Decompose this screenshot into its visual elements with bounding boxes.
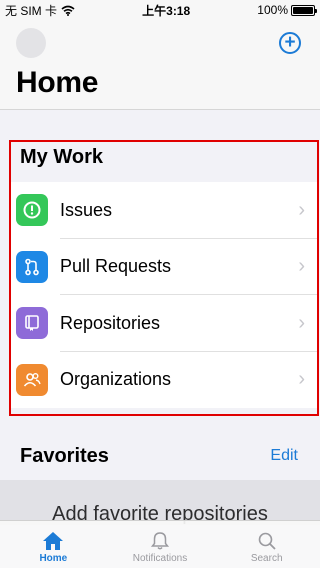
bell-icon — [150, 532, 170, 550]
battery-level — [293, 6, 313, 14]
wifi-icon — [61, 5, 75, 16]
add-button[interactable]: + — [279, 32, 301, 54]
search-icon — [258, 532, 276, 550]
plus-circle-icon: + — [284, 32, 296, 53]
tab-label: Search — [250, 553, 283, 564]
battery-percent: 100% — [257, 3, 288, 17]
highlight-box — [9, 140, 319, 416]
page-title: Home — [16, 66, 99, 99]
tab-home[interactable]: Home — [0, 521, 107, 568]
tab-label: Notifications — [132, 553, 188, 564]
tab-notifications[interactable]: Notifications — [107, 521, 214, 568]
status-bar: 无 SIM 卡 上午3:18 100% — [0, 0, 320, 20]
status-left: 无 SIM 卡 — [5, 2, 75, 19]
status-right: 100% — [257, 3, 317, 17]
avatar[interactable] — [16, 28, 46, 58]
clock: 上午3:18 — [142, 3, 191, 18]
carrier-label: 无 SIM 卡 — [5, 3, 58, 18]
tab-label: Home — [39, 553, 68, 564]
navigation-bar: + Home — [0, 20, 320, 110]
tab-search[interactable]: Search — [213, 521, 320, 568]
edit-button[interactable]: Edit — [270, 447, 298, 465]
tab-bar: Home Notifications Search — [0, 520, 320, 568]
home-icon — [43, 532, 64, 550]
battery-icon — [291, 4, 317, 16]
